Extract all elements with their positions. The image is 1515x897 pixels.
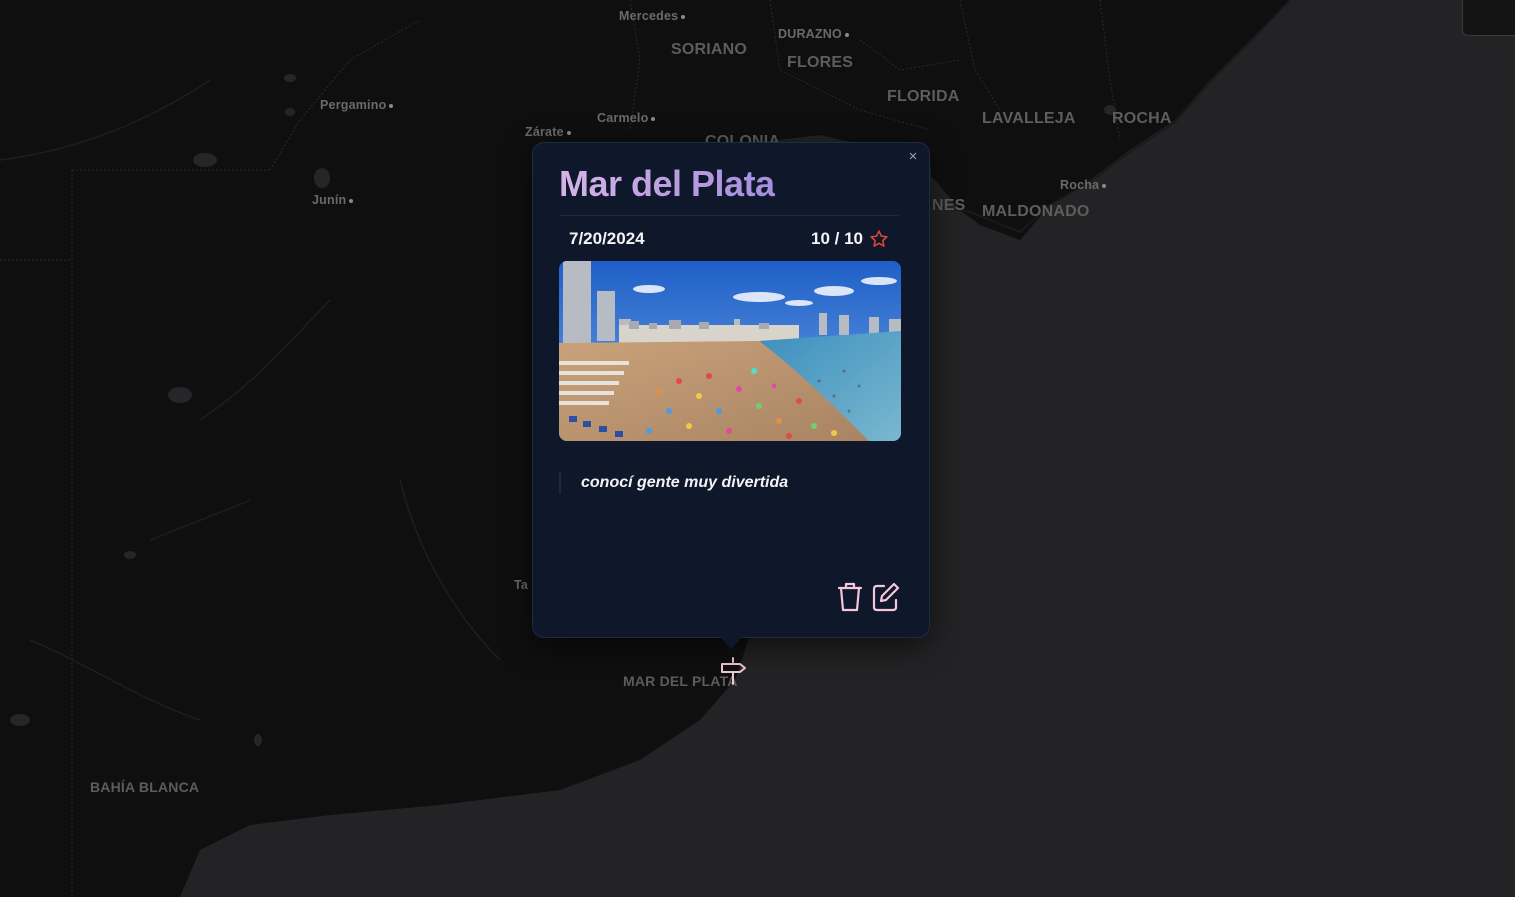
- map-control-panel[interactable]: [1462, 0, 1515, 36]
- city-label-rocha: Rocha: [1060, 178, 1107, 192]
- city-label-pergamino: Pergamino: [320, 98, 394, 112]
- city-label-carmelo: Carmelo: [597, 111, 656, 125]
- popup-title: Mar del Plata: [559, 163, 775, 204]
- region-label-flores: FLORES: [787, 54, 854, 71]
- edit-button[interactable]: [871, 581, 901, 613]
- region-label-maldonado: MALDONADO: [982, 203, 1090, 220]
- signpost-marker-icon[interactable]: [718, 656, 748, 686]
- place-popup: × Mar del Plata 7/20/2024 10 / 10 conocí…: [532, 142, 930, 638]
- rating: 10 / 10: [811, 229, 889, 249]
- visit-date: 7/20/2024: [569, 229, 645, 248]
- popup-tip: [720, 637, 742, 649]
- edit-icon: [872, 582, 900, 612]
- popup-divider: [559, 215, 899, 216]
- city-label-durazno: DURAZNO: [778, 27, 849, 41]
- place-photo: [559, 261, 901, 441]
- region-label-florida: FLORIDA: [887, 88, 960, 105]
- region-label-lavalleja: LAVALLEJA: [982, 110, 1076, 127]
- region-label-rocha: ROCHA: [1112, 110, 1172, 127]
- city-label-mercedes: Mercedes: [619, 9, 686, 23]
- city-label-junin: Junín: [312, 193, 354, 207]
- city-label-zarate: Zárate: [525, 125, 571, 139]
- close-icon[interactable]: ×: [905, 149, 921, 165]
- star-icon: [870, 230, 888, 247]
- city-label-bahia-blanca: BAHÍA BLANCA: [90, 779, 200, 795]
- rating-value: 10 / 10: [811, 229, 863, 248]
- region-label-soriano: SORIANO: [671, 41, 748, 58]
- city-label-tandil: Ta: [514, 578, 529, 592]
- trash-icon: [837, 582, 863, 612]
- delete-button[interactable]: [835, 581, 865, 613]
- region-label-canelones: NES: [932, 197, 966, 214]
- visit-note: conocí gente muy divertida: [559, 472, 788, 494]
